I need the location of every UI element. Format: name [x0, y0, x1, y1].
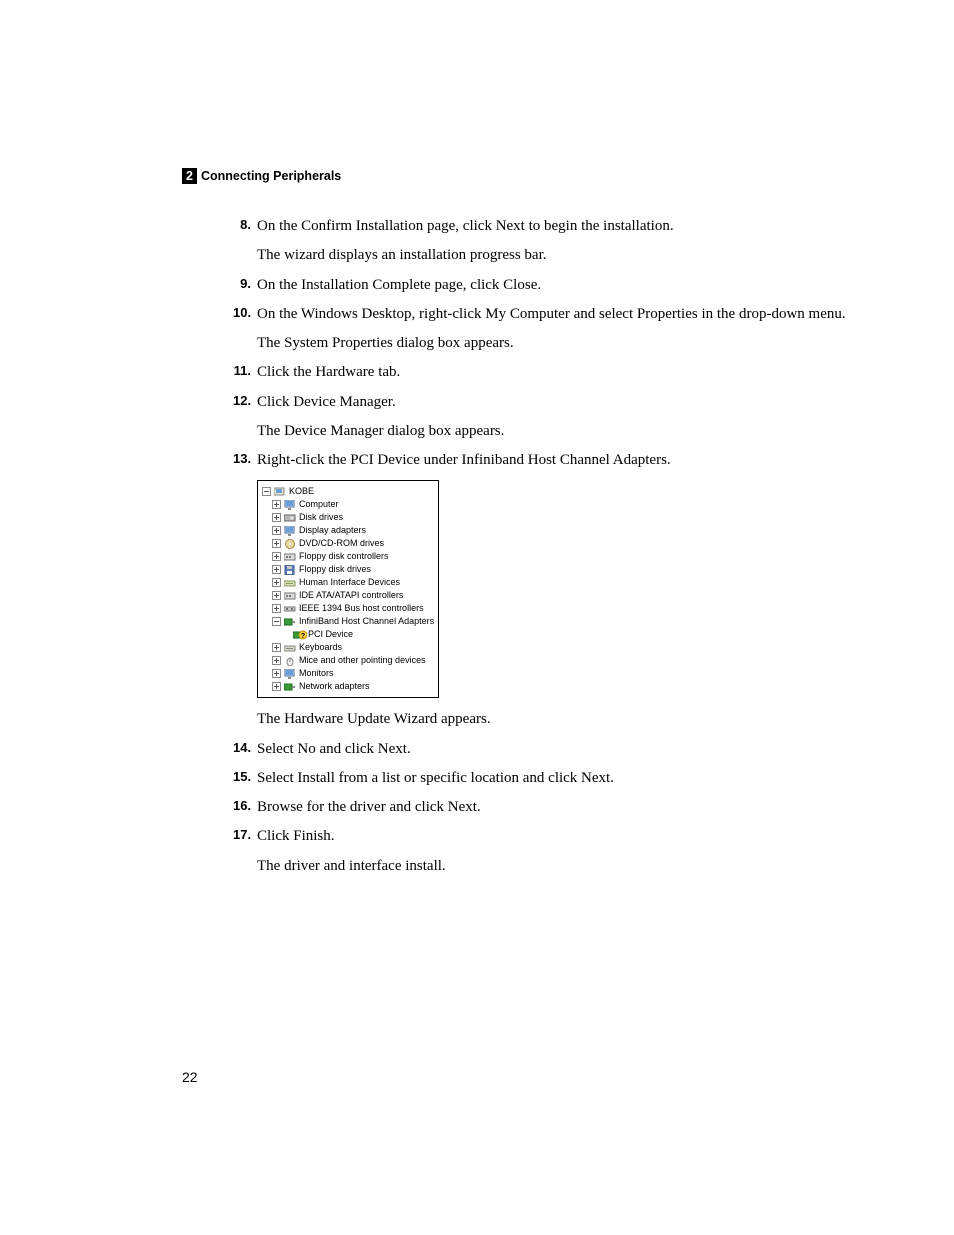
step-text: On the Installation Complete page, click…	[257, 274, 854, 297]
controller-icon	[284, 552, 296, 562]
step-number: 11.	[233, 361, 251, 381]
monitor-icon	[284, 500, 296, 510]
tree-node: Floppy disk controllers	[262, 550, 434, 563]
tree-label: Network adapters	[299, 680, 370, 693]
tree-node: DVD/CD-ROM drives	[262, 537, 434, 550]
tree-node: Human Interface Devices	[262, 576, 434, 589]
tree-node: InfiniBand Host Channel Adapters	[262, 615, 434, 628]
network-icon	[284, 682, 296, 692]
step-10: 10. On the Windows Desktop, right-click …	[235, 303, 854, 356]
device-manager-figure: KOBEComputerDisk drivesDisplay adaptersD…	[257, 480, 439, 698]
tree-label: Disk drives	[299, 511, 343, 524]
step-number: 12.	[233, 391, 251, 411]
step-number: 13.	[233, 449, 251, 469]
step-text: The wizard displays an installation prog…	[257, 244, 854, 267]
disk-icon	[284, 513, 296, 523]
tree-label: Computer	[299, 498, 339, 511]
tree-label: Mice and other pointing devices	[299, 654, 426, 667]
step-15: 15. Select Install from a list or specif…	[235, 767, 854, 790]
floppy-icon	[284, 565, 296, 575]
keyboard-icon	[284, 643, 296, 653]
mouse-icon	[284, 656, 296, 666]
tree-label: Keyboards	[299, 641, 342, 654]
step-number: 17.	[233, 825, 251, 845]
chapter-chip: 2	[182, 168, 197, 184]
tree-label: Monitors	[299, 667, 334, 680]
after-figure-note: The Hardware Update Wizard appears.	[235, 708, 854, 731]
step-text: Click the Hardware tab.	[257, 361, 854, 384]
tree-label: IEEE 1394 Bus host controllers	[299, 602, 424, 615]
step-text: The System Properties dialog box appears…	[257, 332, 854, 355]
step-14: 14. Select No and click Next.	[235, 738, 854, 761]
step-8: 8. On the Confirm Installation page, cli…	[235, 215, 854, 268]
step-text: The driver and interface install.	[257, 855, 854, 878]
tree-child: ?PCI Device	[262, 628, 434, 641]
content: 8. On the Confirm Installation page, cli…	[235, 215, 854, 884]
tree-label: Display adapters	[299, 524, 366, 537]
step-13: 13. Right-click the PCI Device under Inf…	[235, 449, 854, 472]
step-text: Select No and click Next.	[257, 738, 854, 761]
step-9: 9. On the Installation Complete page, cl…	[235, 274, 854, 297]
tree-label: PCI Device	[308, 628, 353, 641]
tree-label: InfiniBand Host Channel Adapters	[299, 615, 434, 628]
step-text: Click Finish.	[257, 825, 854, 848]
tree-node: Disk drives	[262, 511, 434, 524]
step-number: 15.	[233, 767, 251, 787]
tree-root: KOBE	[262, 485, 434, 498]
tree-node: Monitors	[262, 667, 434, 680]
tree-label: IDE ATA/ATAPI controllers	[299, 589, 403, 602]
tree-label: DVD/CD-ROM drives	[299, 537, 384, 550]
tree-label: Human Interface Devices	[299, 576, 400, 589]
chapter-title: Connecting Peripherals	[201, 169, 341, 183]
tree-node: Network adapters	[262, 680, 434, 693]
step-text: The Hardware Update Wizard appears.	[257, 708, 854, 731]
root-icon	[274, 487, 286, 497]
page: 2 Connecting Peripherals 8. On the Confir…	[0, 0, 954, 1235]
tree-label: Floppy disk drives	[299, 563, 371, 576]
step-text: On the Windows Desktop, right-click My C…	[257, 303, 854, 326]
step-text: Right-click the PCI Device under Infinib…	[257, 449, 854, 472]
tree-node: Mice and other pointing devices	[262, 654, 434, 667]
tree-label: Floppy disk controllers	[299, 550, 389, 563]
pci-warn-icon: ?	[293, 630, 305, 640]
hid-icon	[284, 578, 296, 588]
controller-icon	[284, 591, 296, 601]
monitor-icon	[284, 669, 296, 679]
page-number: 22	[182, 1069, 198, 1085]
network-icon	[284, 617, 296, 627]
tree-label: KOBE	[289, 485, 314, 498]
step-16: 16. Browse for the driver and click Next…	[235, 796, 854, 819]
step-12: 12. Click Device Manager. The Device Man…	[235, 391, 854, 444]
tree-node: Floppy disk drives	[262, 563, 434, 576]
step-number: 16.	[233, 796, 251, 816]
tree-node: Keyboards	[262, 641, 434, 654]
running-header: 2 Connecting Peripherals	[182, 168, 341, 184]
step-text: Select Install from a list or specific l…	[257, 767, 854, 790]
tree-node: IDE ATA/ATAPI controllers	[262, 589, 434, 602]
step-17: 17. Click Finish. The driver and interfa…	[235, 825, 854, 878]
step-number: 8.	[233, 215, 251, 235]
step-number: 9.	[233, 274, 251, 294]
bus-icon	[284, 604, 296, 614]
tree-node: Computer	[262, 498, 434, 511]
tree-node: IEEE 1394 Bus host controllers	[262, 602, 434, 615]
step-number: 14.	[233, 738, 251, 758]
step-text: The Device Manager dialog box appears.	[257, 420, 854, 443]
step-text: Click Device Manager.	[257, 391, 854, 414]
step-text: On the Confirm Installation page, click …	[257, 215, 854, 238]
step-text: Browse for the driver and click Next.	[257, 796, 854, 819]
step-number: 10.	[233, 303, 251, 323]
tree-node: Display adapters	[262, 524, 434, 537]
svg-text:?: ?	[301, 633, 305, 640]
cd-icon	[284, 539, 296, 549]
step-11: 11. Click the Hardware tab.	[235, 361, 854, 384]
monitor-icon	[284, 526, 296, 536]
